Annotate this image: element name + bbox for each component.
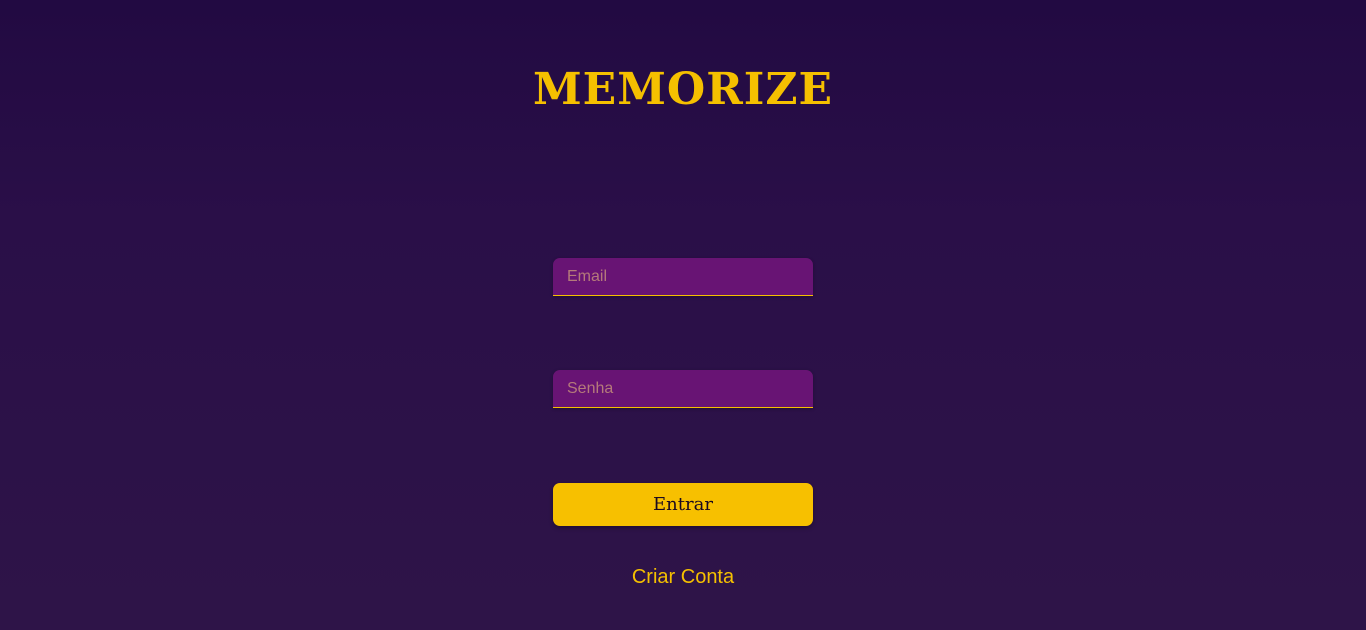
create-account-link[interactable]: Criar Conta bbox=[0, 565, 1366, 589]
password-field[interactable] bbox=[553, 370, 813, 408]
app-logo: MEMORIZE bbox=[532, 64, 834, 115]
email-field[interactable] bbox=[553, 258, 813, 296]
login-button[interactable]: Entrar bbox=[553, 483, 813, 526]
